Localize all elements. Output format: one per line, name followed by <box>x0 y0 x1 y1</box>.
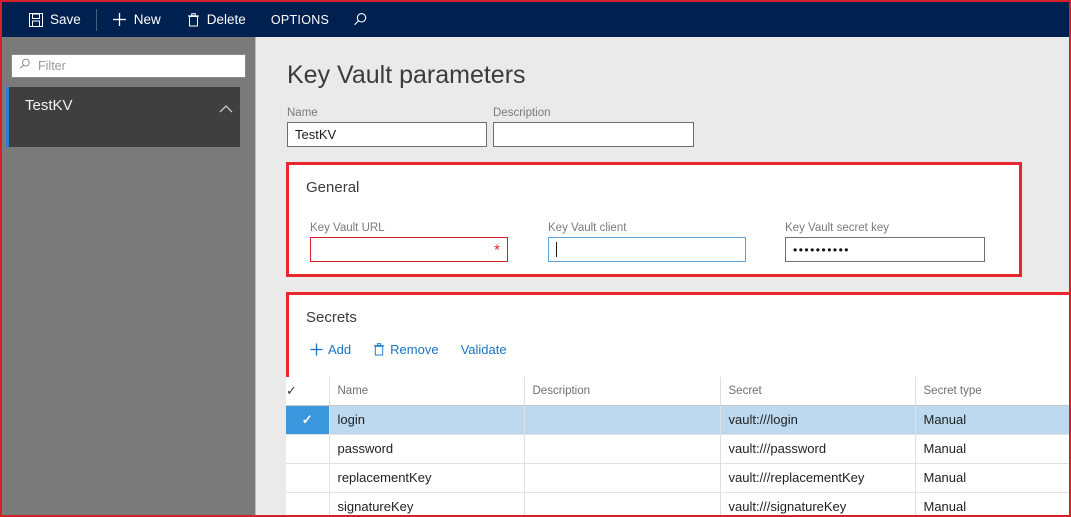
table-row[interactable]: signatureKey vault:///signatureKey Manua… <box>286 492 1069 515</box>
save-disk-icon <box>29 12 43 27</box>
cell-name[interactable]: signatureKey <box>329 492 525 515</box>
secrets-section-highlight: Secrets Add Remove Validate ✓ Name Descr… <box>286 292 1069 515</box>
column-header-secret[interactable]: Secret <box>720 377 916 406</box>
cell-secret-type[interactable]: Manual <box>915 434 1069 464</box>
column-header-name[interactable]: Name <box>329 377 525 406</box>
page-title: Key Vault parameters <box>287 61 526 89</box>
application-window: Save New Delete OPTIONS Filter TestKV Ke… <box>0 0 1071 517</box>
select-all-header[interactable]: ✓ <box>286 377 330 406</box>
secrets-table: ✓ Name Description Secret Secret type ✓ … <box>286 377 1069 515</box>
name-field-label: Name <box>287 107 318 119</box>
key-vault-url-label: Key Vault URL <box>310 222 385 234</box>
name-field[interactable]: TestKV <box>287 122 487 147</box>
options-tab[interactable]: OPTIONS <box>259 2 341 37</box>
text-caret <box>556 242 557 257</box>
table-row[interactable]: replacementKey vault:///replacementKey M… <box>286 463 1069 493</box>
delete-button[interactable]: Delete <box>174 2 259 37</box>
trash-icon <box>187 12 200 27</box>
cell-description[interactable] <box>524 463 721 493</box>
name-field-value: TestKV <box>295 127 337 142</box>
key-vault-client-group: Key Vault client <box>548 222 746 262</box>
secrets-grid-toolbar: Add Remove Validate <box>310 342 507 357</box>
cell-name[interactable]: replacementKey <box>329 463 525 493</box>
key-vault-secret-key-label: Key Vault secret key <box>785 222 889 234</box>
key-vault-url-group: Key Vault URL * <box>310 222 508 262</box>
checkmark-icon: ✓ <box>286 382 297 398</box>
search-icon <box>19 57 31 75</box>
cell-secret-type[interactable]: Manual <box>915 463 1069 493</box>
save-button[interactable]: Save <box>16 2 94 37</box>
key-vault-secret-key-field[interactable]: •••••••••• <box>785 237 985 262</box>
cell-secret[interactable]: vault:///login <box>720 405 916 435</box>
sidebar-item-testkv[interactable]: TestKV <box>6 87 240 147</box>
delete-button-label: Delete <box>206 12 246 27</box>
record-list-pane: Filter TestKV <box>2 37 256 515</box>
command-bar-divider <box>95 8 97 31</box>
key-vault-client-label: Key Vault client <box>548 222 627 234</box>
row-checkbox[interactable] <box>286 463 330 493</box>
filter-input[interactable]: Filter <box>11 54 246 78</box>
cell-secret[interactable]: vault:///replacementKey <box>720 463 916 493</box>
add-secret-button[interactable]: Add <box>310 342 351 357</box>
validate-label: Validate <box>460 342 507 357</box>
cell-description[interactable] <box>524 492 721 515</box>
command-bar: Save New Delete OPTIONS <box>2 2 1069 37</box>
cell-secret-type-value: Manual <box>923 412 967 427</box>
row-checkbox[interactable]: ✓ <box>286 405 330 435</box>
new-button[interactable]: New <box>99 2 174 37</box>
table-row[interactable]: password vault:///password Manual <box>286 434 1069 464</box>
required-asterisk-icon: * <box>494 241 500 258</box>
secrets-table-header-row: ✓ Name Description Secret Secret type <box>286 377 1069 406</box>
main-content: Key Vault parameters Name TestKV Descrip… <box>257 37 1069 515</box>
description-field-label: Description <box>493 107 551 119</box>
cell-name[interactable]: password <box>329 434 525 464</box>
plus-icon <box>112 12 127 27</box>
row-checkbox[interactable] <box>286 492 330 515</box>
remove-secret-label: Remove <box>390 342 439 357</box>
checkmark-icon: ✓ <box>301 411 313 427</box>
validate-button[interactable]: Validate <box>461 342 507 357</box>
key-vault-secret-key-value: •••••••••• <box>793 242 851 257</box>
add-secret-label: Add <box>328 342 352 357</box>
name-field-group: Name TestKV <box>287 107 487 147</box>
new-button-label: New <box>133 12 161 27</box>
filter-input-placeholder: Filter <box>38 59 66 73</box>
cell-secret-type[interactable]: Manual <box>915 405 1069 435</box>
cell-description[interactable] <box>524 405 721 435</box>
save-button-label: Save <box>50 12 81 27</box>
cell-name[interactable]: login <box>329 405 525 435</box>
key-vault-client-field[interactable] <box>548 237 746 262</box>
options-tab-label: OPTIONS <box>270 12 330 27</box>
search-icon <box>353 12 368 27</box>
key-vault-secret-key-group: Key Vault secret key •••••••••• <box>785 222 985 262</box>
description-field-group: Description <box>493 107 694 147</box>
column-header-description[interactable]: Description <box>524 377 721 406</box>
search-button[interactable] <box>341 2 380 37</box>
trash-icon <box>373 343 385 356</box>
general-section-highlight: General Key Vault URL * Key Vault client… <box>286 162 1022 277</box>
cell-secret[interactable]: vault:///signatureKey <box>720 492 916 515</box>
secrets-section-title: Secrets <box>306 309 357 326</box>
remove-secret-button[interactable]: Remove <box>373 342 439 357</box>
cell-description[interactable] <box>524 434 721 464</box>
cell-secret-type[interactable]: Manual <box>915 492 1069 515</box>
chevron-up-icon[interactable] <box>218 101 234 119</box>
table-row[interactable]: ✓ login vault:///login Manual <box>286 405 1069 435</box>
cell-secret[interactable]: vault:///password <box>720 434 916 464</box>
general-section-title: General <box>306 179 360 196</box>
column-header-secret-type[interactable]: Secret type <box>915 377 1069 406</box>
key-vault-url-field[interactable]: * <box>310 237 508 262</box>
plus-icon <box>310 343 323 356</box>
sidebar-item-label: TestKV <box>25 97 73 114</box>
description-field[interactable] <box>493 122 694 147</box>
row-checkbox[interactable] <box>286 434 330 464</box>
